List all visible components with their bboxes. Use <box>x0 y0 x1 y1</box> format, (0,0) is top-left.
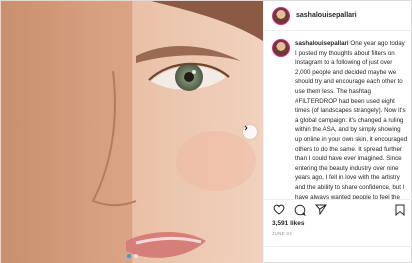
caption-username[interactable]: sashalouisepallari <box>295 40 349 47</box>
face-image <box>1 1 263 263</box>
action-bar <box>264 199 412 219</box>
heart-icon <box>273 204 284 215</box>
share-button[interactable] <box>314 203 327 216</box>
post-side-panel: sashalouisepallari sashalouisepallari On… <box>263 1 412 263</box>
caption: sashalouisepallari One year ago today I … <box>295 39 408 199</box>
carousel-indicator <box>1 254 263 258</box>
caption-area: sashalouisepallari One year ago today I … <box>264 31 412 199</box>
carousel-dot-active <box>126 254 131 258</box>
caption-avatar[interactable] <box>272 39 290 57</box>
post-photo[interactable] <box>1 1 263 263</box>
comment-button[interactable] <box>293 203 306 216</box>
save-button[interactable] <box>393 203 406 216</box>
bookmark-icon <box>395 204 404 216</box>
instagram-post: sashalouisepallari sashalouisepallari On… <box>0 0 412 263</box>
next-image-button[interactable] <box>243 125 257 139</box>
post-header: sashalouisepallari <box>264 1 412 31</box>
caption-text: One year ago today I posted my thoughts … <box>295 40 408 199</box>
header-username[interactable]: sashalouisepallari <box>296 12 357 19</box>
carousel-dot <box>133 254 138 258</box>
comment-icon <box>294 204 306 216</box>
share-icon <box>314 204 327 215</box>
like-button[interactable] <box>272 203 285 216</box>
chevron-right-icon <box>244 125 248 131</box>
avatar[interactable] <box>272 6 290 25</box>
like-count[interactable]: 3,591 likes <box>272 220 305 227</box>
post-date: JUNE 24 <box>272 231 293 236</box>
comment-input-area[interactable] <box>264 246 412 263</box>
